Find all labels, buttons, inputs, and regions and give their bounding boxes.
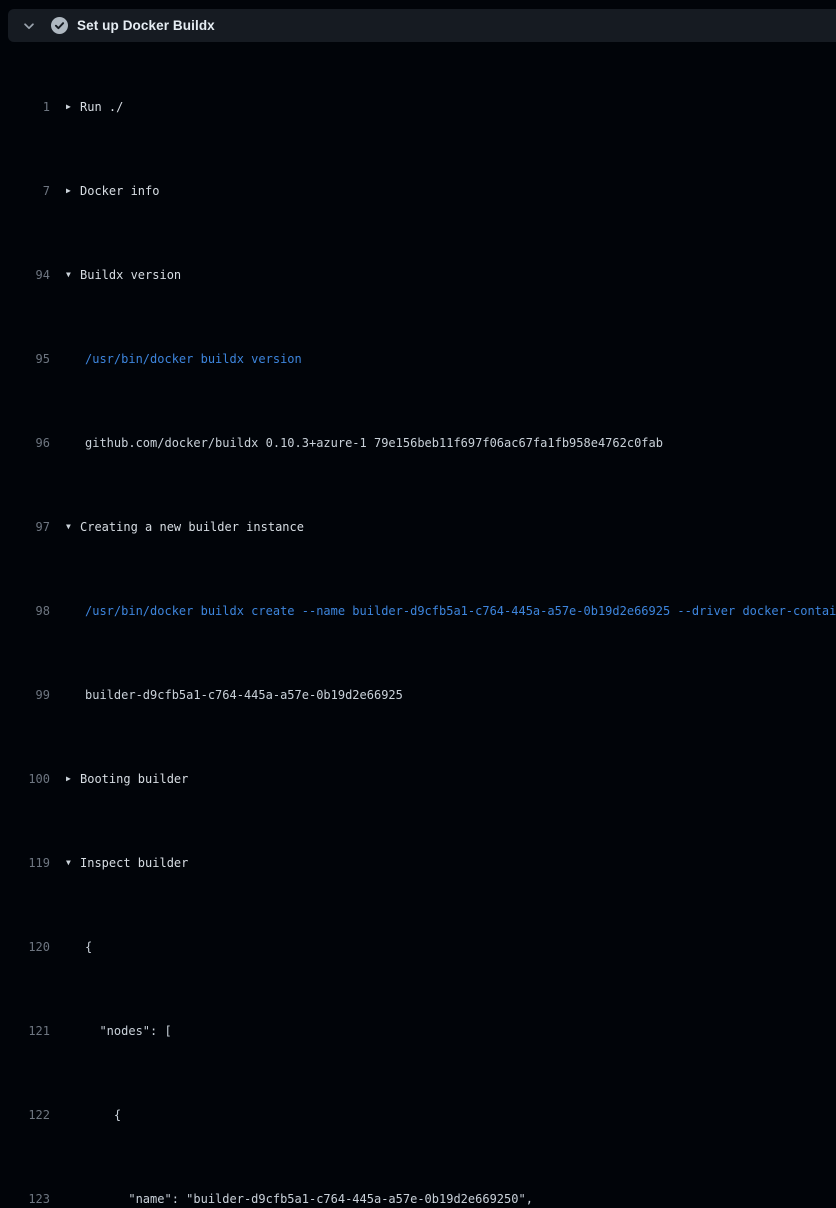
line-number[interactable]: 95 <box>0 349 50 370</box>
log-group-line[interactable]: 100 ▶ Booting builder <box>0 769 836 790</box>
line-number[interactable]: 99 <box>0 685 50 706</box>
line-number[interactable]: 100 <box>0 769 50 790</box>
chevron-down-icon[interactable] <box>21 18 37 34</box>
group-label: Run ./ <box>80 97 123 118</box>
disclosure-triangle-icon[interactable]: ▶ <box>66 769 80 789</box>
step-header[interactable]: Set up Docker Buildx <box>8 9 836 42</box>
log-text: { <box>66 937 92 958</box>
log-line: 123 "name": "builder-d9cfb5a1-c764-445a-… <box>0 1189 836 1208</box>
log-line: 98 /usr/bin/docker buildx create --name … <box>0 601 836 622</box>
disclosure-triangle-icon[interactable]: ▼ <box>66 853 80 873</box>
log-line: 96 github.com/docker/buildx 0.10.3+azure… <box>0 433 836 454</box>
log-line: 120 { <box>0 937 836 958</box>
line-number[interactable]: 7 <box>0 181 50 202</box>
line-number[interactable]: 98 <box>0 601 50 622</box>
line-number[interactable]: 96 <box>0 433 50 454</box>
group-label: Docker info <box>80 181 159 202</box>
log-line: 121 "nodes": [ <box>0 1021 836 1042</box>
group-label: Booting builder <box>80 769 188 790</box>
group-label: Buildx version <box>80 265 181 286</box>
line-number[interactable]: 120 <box>0 937 50 958</box>
log-line: 95 /usr/bin/docker buildx version <box>0 349 836 370</box>
group-label: Inspect builder <box>80 853 188 874</box>
log-text: github.com/docker/buildx 0.10.3+azure-1 … <box>66 433 663 454</box>
disclosure-triangle-icon[interactable]: ▼ <box>66 265 80 285</box>
log-group-line[interactable]: 119 ▼ Inspect builder <box>0 853 836 874</box>
log-text: /usr/bin/docker buildx version <box>66 349 302 370</box>
log-viewer: 1 ▶ Run ./ 7 ▶ Docker info 94 ▼ Buildx v… <box>0 55 836 1208</box>
disclosure-triangle-icon[interactable]: ▼ <box>66 517 80 537</box>
group-label: Creating a new builder instance <box>80 517 304 538</box>
line-number[interactable]: 97 <box>0 517 50 538</box>
check-circle-icon <box>51 17 68 34</box>
step-title: Set up Docker Buildx <box>77 18 215 33</box>
log-text: { <box>66 1105 121 1126</box>
log-line: 122 { <box>0 1105 836 1126</box>
line-number[interactable]: 122 <box>0 1105 50 1126</box>
log-text: "name": "builder-d9cfb5a1-c764-445a-a57e… <box>66 1189 533 1208</box>
log-text: builder-d9cfb5a1-c764-445a-a57e-0b19d2e6… <box>66 685 403 706</box>
log-text: "nodes": [ <box>66 1021 172 1042</box>
log-group-line[interactable]: 7 ▶ Docker info <box>0 181 836 202</box>
line-number[interactable]: 121 <box>0 1021 50 1042</box>
line-number[interactable]: 123 <box>0 1189 50 1208</box>
line-number[interactable]: 119 <box>0 853 50 874</box>
log-text: /usr/bin/docker buildx create --name bui… <box>66 601 836 622</box>
line-number[interactable]: 1 <box>0 97 50 118</box>
log-group-line[interactable]: 1 ▶ Run ./ <box>0 97 836 118</box>
log-group-line[interactable]: 94 ▼ Buildx version <box>0 265 836 286</box>
disclosure-triangle-icon[interactable]: ▶ <box>66 97 80 117</box>
log-group-line[interactable]: 97 ▼ Creating a new builder instance <box>0 517 836 538</box>
line-number[interactable]: 94 <box>0 265 50 286</box>
disclosure-triangle-icon[interactable]: ▶ <box>66 181 80 201</box>
log-line: 99 builder-d9cfb5a1-c764-445a-a57e-0b19d… <box>0 685 836 706</box>
